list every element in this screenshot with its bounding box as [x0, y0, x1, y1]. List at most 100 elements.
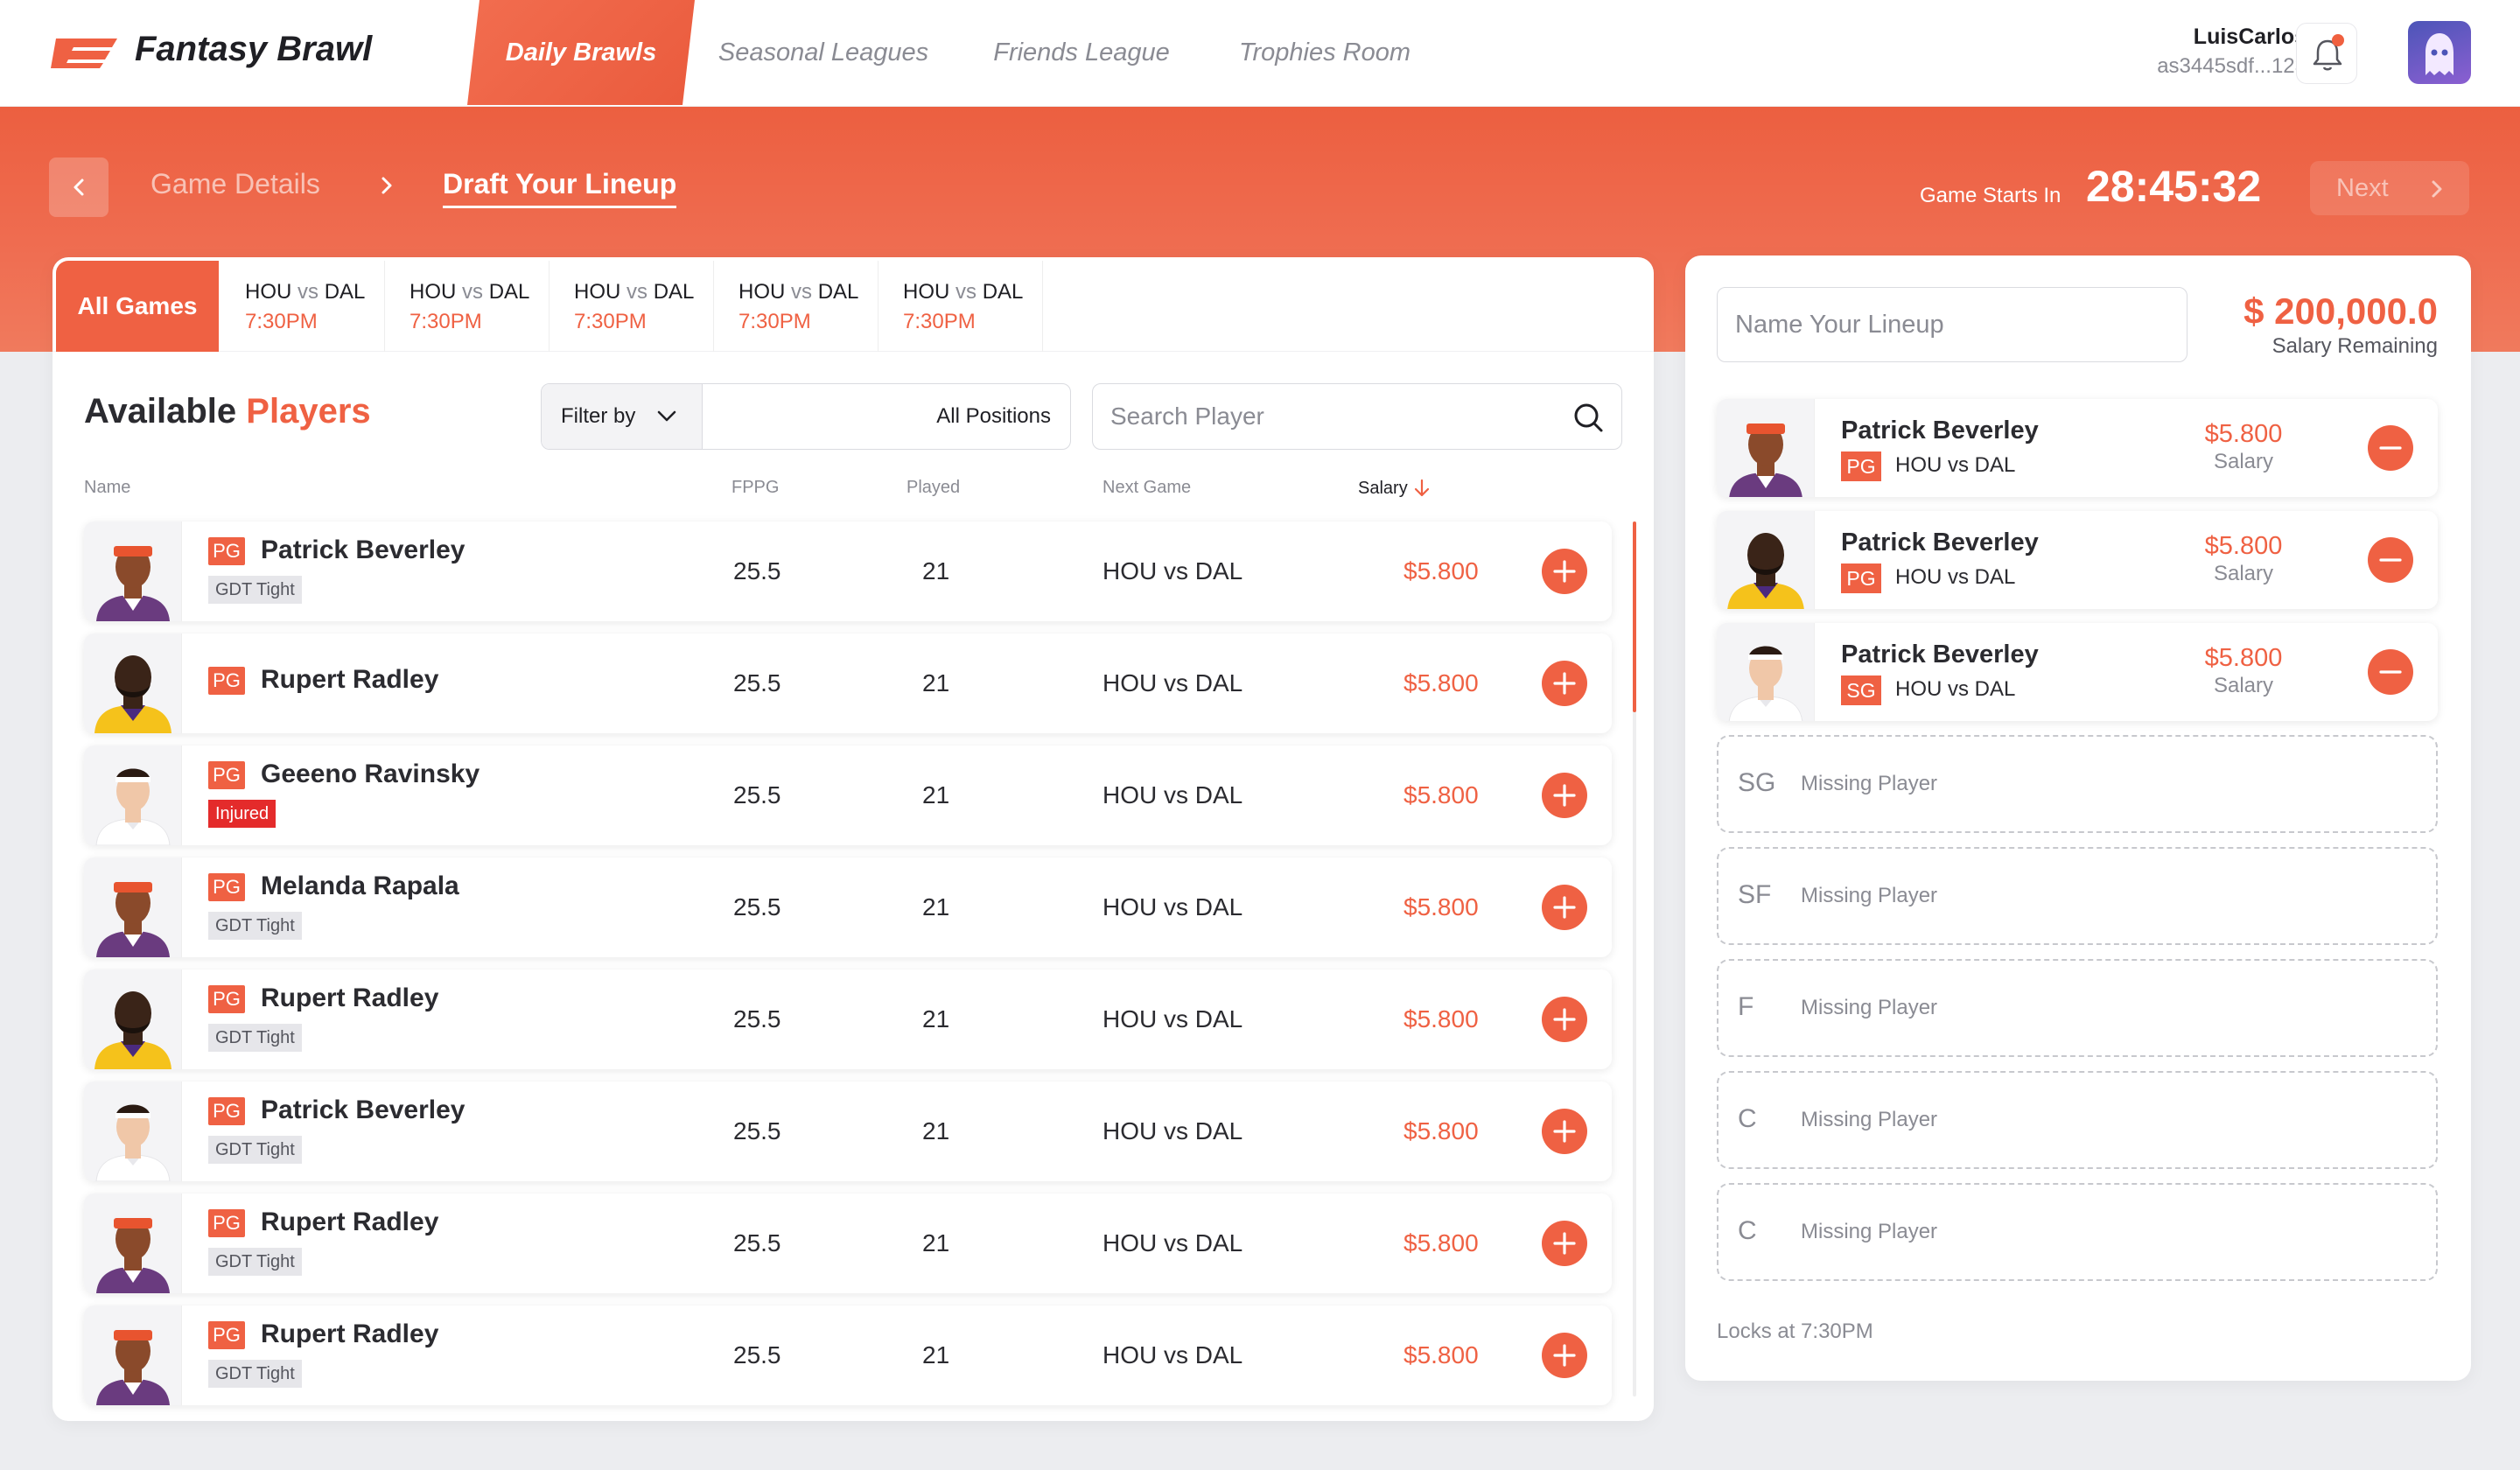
player-name: Rupert Radley: [261, 1208, 439, 1236]
salary-value: $5.800: [2204, 644, 2283, 672]
salary-value: $5.800: [1404, 1117, 1479, 1144]
slot-position: SF: [1738, 880, 1772, 909]
nav-tab-seasonal-leagues[interactable]: Seasonal Leagues: [709, 0, 938, 105]
user-avatar[interactable]: [2408, 21, 2471, 84]
salary-value: $5.800: [1404, 669, 1479, 696]
player-photo-frame: [84, 858, 182, 957]
lineup-name-input[interactable]: [1717, 287, 2188, 362]
salary-value: $5.800: [2204, 532, 2283, 560]
search-icon[interactable]: [1572, 401, 1605, 434]
nav-tab-trophies-room[interactable]: Trophies Room: [1223, 0, 1426, 105]
remove-player-button[interactable]: [2368, 649, 2413, 695]
scrollbar-thumb[interactable]: [1633, 522, 1636, 712]
position-badge: PG: [208, 1209, 245, 1237]
next-game-value: HOU vs DAL: [1102, 669, 1243, 696]
player-photo-frame: [84, 1194, 182, 1293]
remove-player-button[interactable]: [2368, 537, 2413, 583]
tab-game[interactable]: HOU vs DAL 7:30PM: [878, 261, 1043, 352]
add-player-button[interactable]: [1542, 885, 1587, 930]
position-badge: PG: [208, 761, 245, 789]
next-button[interactable]: Next: [2310, 161, 2469, 215]
remove-player-button[interactable]: [2368, 425, 2413, 471]
missing-player-slot[interactable]: C Missing Player: [1717, 1071, 2438, 1169]
table-row[interactable]: PG Patrick Beverley GDT Tight 25.5 21 HOU vs …: [84, 1082, 1612, 1181]
status-badge: Injured: [208, 800, 276, 828]
fppg-value: 25.5: [733, 781, 781, 808]
played-value: 21: [922, 669, 950, 696]
position-filter[interactable]: Filter by All Positions: [541, 383, 1071, 450]
brand-name[interactable]: Fantasy Brawl: [135, 30, 372, 69]
add-player-button[interactable]: [1542, 549, 1587, 594]
status-badge: GDT Tight: [208, 912, 302, 940]
notification-dot: [2332, 34, 2344, 46]
tab-game[interactable]: HOU vs DAL 7:30PM: [220, 261, 385, 352]
status-badge: GDT Tight: [208, 576, 302, 604]
filter-value: All Positions: [936, 404, 1051, 428]
player-photo-frame: [84, 522, 182, 621]
column-header-played: Played: [906, 478, 961, 497]
position-badge: SG: [1841, 676, 1881, 705]
nav-tab-friends-league[interactable]: Friends League: [980, 0, 1183, 105]
played-value: 21: [922, 557, 950, 584]
tab-game[interactable]: HOU vs DAL 7:30PM: [550, 261, 714, 352]
add-player-button[interactable]: [1542, 661, 1587, 706]
back-button[interactable]: [49, 158, 108, 217]
notifications-button[interactable]: [2296, 23, 2357, 84]
chevron-right-icon: [382, 177, 392, 194]
players-panel: All Games HOU vs DAL 7:30PM HOU vs DAL 7…: [52, 257, 1654, 1421]
position-badge: PG: [208, 1097, 245, 1125]
countdown-timer: 28:45:32: [2086, 162, 2262, 211]
missing-player-slot[interactable]: SF Missing Player: [1717, 847, 2438, 945]
player-photo: [1717, 399, 1814, 497]
missing-player-slot[interactable]: C Missing Player: [1717, 1183, 2438, 1281]
table-row[interactable]: PG Melanda Rapala GDT Tight 25.5 21 HOU vs DA…: [84, 858, 1612, 957]
player-name: Patrick Beverley: [261, 536, 466, 564]
table-row[interactable]: PG Patrick Beverley GDT Tight 25.5 21 HOU vs …: [84, 522, 1612, 621]
missing-player-slot[interactable]: SG Missing Player: [1717, 735, 2438, 833]
lineup-player-row[interactable]: Patrick Beverley SG HOU vs DAL $5.800 Salary: [1717, 623, 2438, 721]
add-player-button[interactable]: [1542, 1333, 1587, 1378]
status-badge: GDT Tight: [208, 1360, 302, 1388]
player-list-scrollbar[interactable]: [1633, 522, 1636, 1396]
salary-label: Salary: [2213, 450, 2274, 473]
search-player-input[interactable]: [1092, 383, 1622, 450]
filter-by-button[interactable]: Filter by: [542, 384, 703, 449]
next-label: Next: [2336, 174, 2389, 202]
player-photo-frame: [1717, 623, 1815, 721]
table-row[interactable]: PG Rupert Radley GDT Tight 25.5 21 HOU vs DAL…: [84, 1194, 1612, 1293]
table-row[interactable]: PG Rupert Radley GDT Tight 25.5 21 HOU vs DAL…: [84, 1306, 1612, 1405]
game-starts-label: Game Starts In: [1920, 184, 2062, 207]
column-header-name: Name: [84, 478, 131, 497]
add-player-button[interactable]: [1542, 773, 1587, 818]
position-badge: PG: [208, 537, 245, 565]
breadcrumb-game-details[interactable]: Game Details: [150, 168, 320, 200]
tab-all-games[interactable]: All Games: [56, 261, 219, 352]
status-badge: GDT Tight: [208, 1024, 302, 1052]
salary-label: Salary: [2213, 562, 2274, 585]
table-row[interactable]: PG Rupert Radley GDT Tight 25.5 21 HOU vs DAL…: [84, 970, 1612, 1069]
player-photo-frame: [84, 634, 182, 733]
add-player-button[interactable]: [1542, 1109, 1587, 1154]
tab-game[interactable]: HOU vs DAL 7:30PM: [714, 261, 878, 352]
add-player-button[interactable]: [1542, 997, 1587, 1042]
player-photo-frame: [84, 1082, 182, 1181]
fppg-value: 25.5: [733, 893, 781, 920]
lineup-player-row[interactable]: Patrick Beverley PG HOU vs DAL $5.800 Salary: [1717, 511, 2438, 609]
missing-player-label: Missing Player: [1801, 1108, 1938, 1131]
player-photo-frame: [84, 1306, 182, 1405]
player-name: Rupert Radley: [261, 1320, 439, 1348]
player-name: Geeeno Ravinsky: [261, 760, 480, 788]
salary-value: $5.800: [2204, 420, 2283, 448]
slot-position: F: [1738, 992, 1754, 1021]
tab-game[interactable]: HOU vs DAL 7:30PM: [385, 261, 550, 352]
table-row[interactable]: PG Rupert Radley 25.5 21 HOU vs DAL $5.800: [84, 634, 1612, 733]
missing-player-slot[interactable]: F Missing Player: [1717, 959, 2438, 1057]
missing-player-label: Missing Player: [1801, 1220, 1938, 1243]
column-header-salary[interactable]: Salary: [1358, 478, 1432, 499]
player-photo: [84, 746, 181, 845]
table-row[interactable]: PG Geeeno Ravinsky Injured 25.5 21 HOU vs DAL…: [84, 746, 1612, 845]
player-photo: [84, 1306, 181, 1405]
nav-tab-daily-brawls[interactable]: Daily Brawls: [467, 0, 695, 105]
lineup-player-row[interactable]: Patrick Beverley PG HOU vs DAL $5.800 Salary: [1717, 399, 2438, 497]
add-player-button[interactable]: [1542, 1221, 1587, 1266]
